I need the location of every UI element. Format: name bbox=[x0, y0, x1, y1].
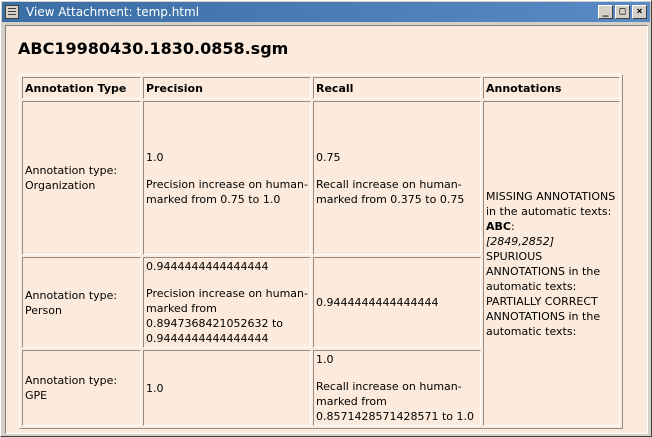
precision-cell: 1.0 bbox=[143, 350, 311, 426]
document-view[interactable]: ABC19980430.1830.0858.sgm Annotation Typ… bbox=[5, 25, 648, 434]
precision-note: Precision increase on human-marked from … bbox=[146, 287, 308, 345]
recall-value: 0.9444444444444444 bbox=[316, 296, 439, 309]
row-type: Annotation type: GPE bbox=[25, 374, 118, 402]
missing-entity: ABC bbox=[486, 219, 511, 233]
header-row: Annotation Type Precision Recall Annotat… bbox=[22, 77, 620, 99]
maximize-button[interactable]: □ bbox=[615, 5, 630, 19]
document-heading: ABC19980430.1830.0858.sgm bbox=[18, 39, 289, 58]
row-type: Annotation type: Person bbox=[25, 288, 118, 317]
recall-value: 1.0 bbox=[316, 353, 334, 366]
recall-cell: 0.9444444444444444 bbox=[313, 257, 481, 348]
partial-label: PARTIALLY CORRECT ANNOTATIONS in the aut… bbox=[486, 294, 601, 338]
header-precision: Precision bbox=[143, 77, 311, 99]
table-row: Annotation type: Organization 1.0 Precis… bbox=[22, 101, 620, 426]
recall-value: 0.75 bbox=[316, 150, 341, 164]
row-type-cell: Annotation type: Organization bbox=[22, 101, 141, 255]
title-buttons: _ □ × bbox=[596, 5, 647, 19]
precision-value: 1.0 bbox=[146, 150, 164, 164]
precision-cell: 0.9444444444444444 Precision increase on… bbox=[143, 257, 311, 348]
attachment-window: View Attachment: temp.html _ □ × ABC1998… bbox=[0, 0, 652, 437]
recall-cell: 0.75 Recall increase on human-marked fro… bbox=[313, 101, 481, 255]
precision-value: 0.9444444444444444 bbox=[146, 260, 269, 273]
results-table: Annotation Type Precision Recall Annotat… bbox=[19, 74, 623, 429]
precision-value: 1.0 bbox=[146, 381, 164, 395]
recall-note: Recall increase on human-marked from 0.3… bbox=[316, 177, 465, 206]
spurious-label: SPURIOUS ANNOTATIONS in the automatic te… bbox=[486, 249, 601, 293]
missing-colon: : bbox=[510, 219, 515, 233]
row-type-cell: Annotation type: Person bbox=[22, 257, 141, 348]
window-title: View Attachment: temp.html bbox=[26, 5, 200, 19]
close-button[interactable]: × bbox=[632, 5, 647, 19]
header-annotations: Annotations bbox=[483, 77, 620, 99]
window-menu-icon[interactable] bbox=[5, 5, 19, 19]
title-bar[interactable]: View Attachment: temp.html _ □ × bbox=[2, 2, 650, 22]
recall-cell: 1.0 Recall increase on human-marked from… bbox=[313, 350, 481, 426]
row-type-cell: Annotation type: GPE bbox=[22, 350, 141, 426]
header-recall: Recall bbox=[313, 77, 481, 99]
precision-note: Precision increase on human-marked from … bbox=[146, 177, 308, 206]
precision-cell: 1.0 Precision increase on human-marked f… bbox=[143, 101, 311, 255]
header-annotation-type: Annotation Type bbox=[22, 77, 141, 99]
minimize-button[interactable]: _ bbox=[598, 5, 613, 19]
recall-note: Recall increase on human-marked from 0.8… bbox=[316, 380, 475, 423]
missing-label: MISSING ANNOTATIONS in the automatic tex… bbox=[486, 189, 616, 218]
missing-span: [2849,2852] bbox=[486, 234, 555, 248]
row-type: Annotation type: Organization bbox=[25, 164, 118, 192]
annotations-cell: MISSING ANNOTATIONS in the automatic tex… bbox=[483, 101, 620, 426]
